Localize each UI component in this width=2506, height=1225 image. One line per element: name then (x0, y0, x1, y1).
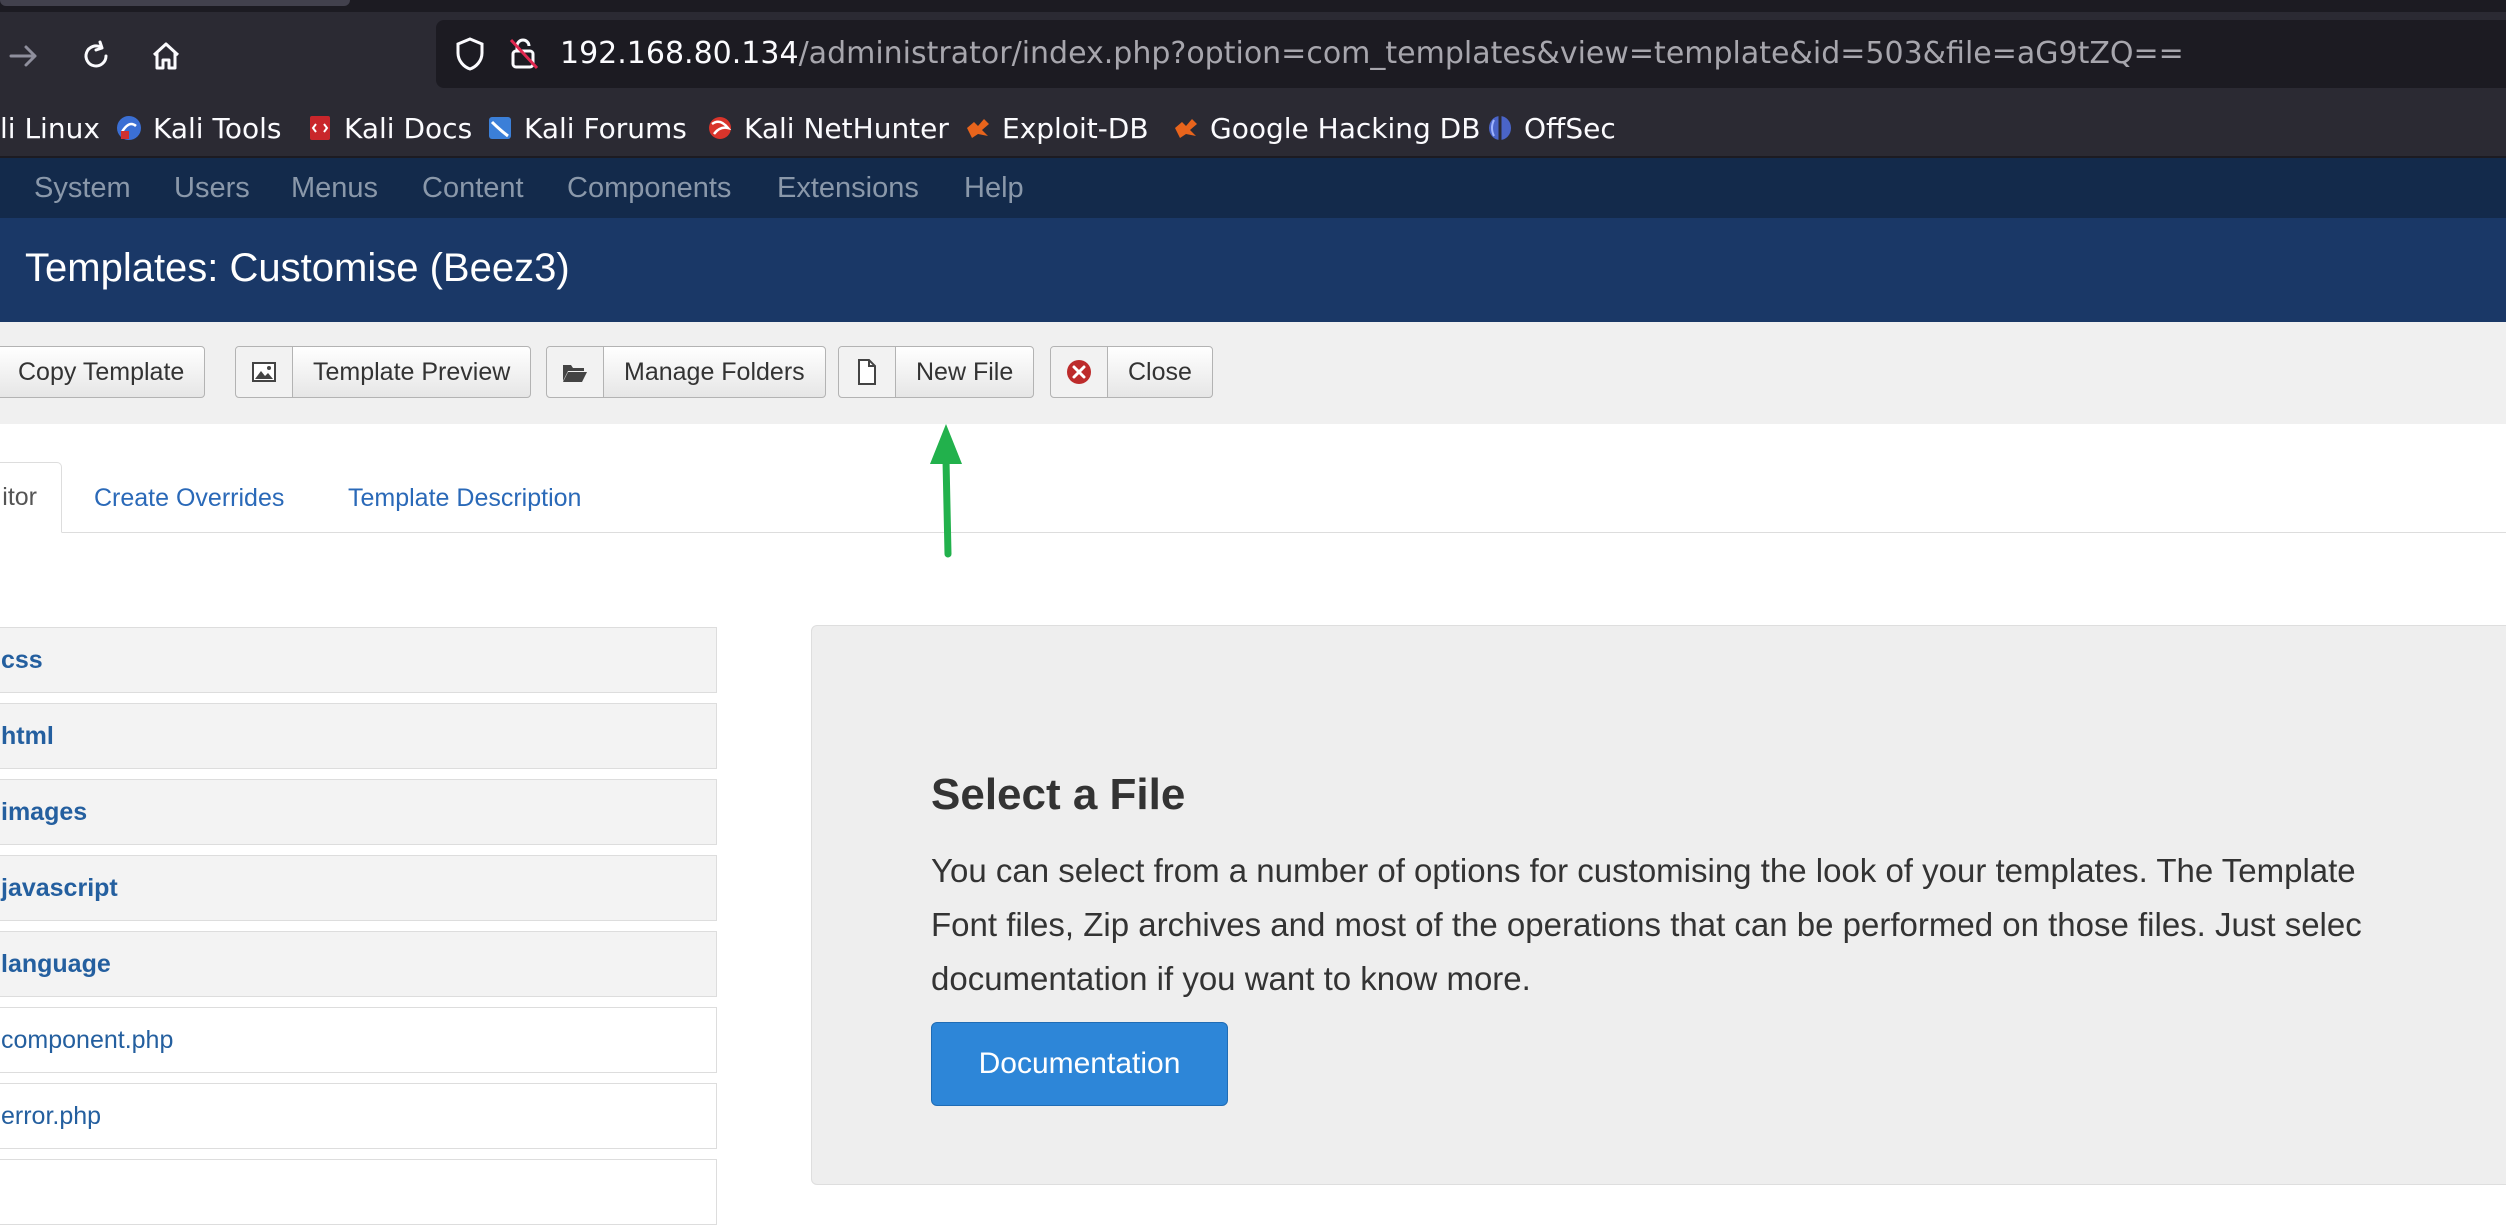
copy-template-button[interactable]: Copy Template (0, 346, 206, 398)
image-icon (236, 347, 293, 397)
forward-icon[interactable] (0, 32, 48, 80)
folder-label: images (1, 797, 88, 826)
bookmark-kali-nethunter[interactable]: Kali NetHunter (706, 108, 949, 148)
tab-template-description[interactable]: Template Description (348, 484, 581, 513)
bookmark-kali-forums[interactable]: Kali Forums (486, 108, 687, 148)
button-label: New File (916, 357, 1014, 386)
menu-extensions[interactable]: Extensions (777, 172, 919, 205)
folder-icon (547, 347, 604, 397)
template-tabs: itor Create Overrides Template Descripti… (0, 424, 2506, 534)
menu-components[interactable]: Components (567, 172, 731, 205)
tree-file-component[interactable]: component.php (0, 1007, 717, 1073)
bookmark-label: Google Hacking DB (1210, 111, 1481, 145)
bookmark-kali-linux[interactable]: li Linux (0, 108, 100, 148)
bookmark-label: OffSec (1524, 111, 1616, 145)
panel-description: You can select from a number of options … (931, 844, 2506, 1006)
bookmark-label: Kali Docs (344, 111, 473, 145)
menu-system[interactable]: System (34, 172, 131, 205)
tree-file-next[interactable] (0, 1159, 717, 1225)
browser-active-tab[interactable] (0, 0, 350, 6)
home-icon[interactable] (142, 32, 190, 80)
manage-folders-button[interactable]: Manage Folders (546, 346, 826, 398)
button-label: Copy Template (18, 357, 185, 386)
tree-file-error[interactable]: error.php (0, 1083, 717, 1149)
panel-text-line: You can select from a number of options … (931, 852, 2356, 889)
tree-folder-images[interactable]: images (0, 779, 717, 845)
file-icon (839, 347, 896, 397)
tree-folder-html[interactable]: html (0, 703, 717, 769)
bookmark-kali-docs[interactable]: Kali Docs (306, 108, 472, 148)
documentation-button[interactable]: Documentation (931, 1022, 1228, 1106)
tab-label: itor (2, 483, 37, 511)
file-label: error.php (1, 1101, 102, 1130)
menu-content[interactable]: Content (422, 172, 524, 205)
kali-forums-icon (486, 114, 514, 142)
bookmark-label: Kali Forums (524, 111, 687, 145)
tree-folder-language[interactable]: language (0, 931, 717, 997)
bookmark-google-hacking-db[interactable]: Google Hacking DB (1172, 108, 1480, 148)
folder-label: css (1, 645, 43, 674)
tree-folder-javascript[interactable]: javascript (0, 855, 717, 921)
menu-menus[interactable]: Menus (291, 172, 378, 205)
button-label: Template Preview (313, 357, 511, 386)
tree-folder-css[interactable]: css (0, 627, 717, 693)
url-bar[interactable]: 192.168.80.134/administrator/index.php?o… (436, 20, 2506, 88)
browser-navbar: 192.168.80.134/administrator/index.php?o… (0, 12, 2506, 98)
kali-tools-icon (115, 114, 143, 142)
panel-text-line: Font files, Zip archives and most of the… (931, 906, 2362, 943)
url-path: /administrator/index.php?option=com_temp… (798, 36, 2184, 71)
button-label: Manage Folders (624, 357, 805, 386)
file-label: component.php (1, 1025, 174, 1054)
close-button[interactable]: Close (1050, 346, 1213, 398)
bookmark-offsec[interactable]: OffSec (1486, 108, 1616, 148)
kali-docs-icon (306, 114, 334, 142)
kali-nethunter-icon (706, 114, 734, 142)
template-toolbar: Copy Template Template Preview Manage Fo… (0, 322, 2506, 425)
bookmark-label: Exploit-DB (1002, 111, 1149, 145)
bookmarks-toolbar: li Linux Kali Tools Kali Docs Kali Forum… (0, 98, 2506, 158)
folder-label: javascript (1, 873, 118, 902)
url-host: 192.168.80.134 (560, 36, 799, 71)
tab-create-overrides[interactable]: Create Overrides (94, 484, 284, 513)
select-file-panel: Select a File You can select from a numb… (811, 625, 2506, 1185)
annotation-arrow (930, 424, 962, 558)
tab-editor[interactable]: itor (0, 462, 62, 533)
browser-tab-strip (0, 0, 2506, 12)
new-file-button[interactable]: New File (838, 346, 1035, 398)
offsec-icon (1486, 114, 1514, 142)
bookmark-label: Kali NetHunter (744, 111, 949, 145)
panel-title: Select a File (931, 770, 1186, 819)
bookmark-kali-tools[interactable]: Kali Tools (115, 108, 281, 148)
panel-text-line: documentation if you want to know more. (931, 960, 1531, 997)
page-header: Templates: Customise (Beez3) (0, 218, 2506, 322)
bookmark-label: li Linux (0, 111, 100, 145)
bookmark-exploit-db[interactable]: Exploit-DB (964, 108, 1149, 148)
template-preview-button[interactable]: Template Preview (235, 346, 532, 398)
google-hacking-db-icon (1172, 114, 1200, 142)
shield-icon[interactable] (454, 37, 486, 76)
exploit-db-icon (964, 114, 992, 142)
url-text[interactable]: 192.168.80.134/administrator/index.php?o… (560, 36, 2184, 71)
reload-icon[interactable] (72, 32, 120, 80)
bookmark-label: Kali Tools (153, 111, 282, 145)
folder-label: html (1, 721, 54, 750)
admin-menu-bar: System Users Menus Content Components Ex… (0, 158, 2506, 219)
close-circle-icon (1051, 347, 1108, 397)
page-title: Templates: Customise (Beez3) (25, 246, 570, 290)
menu-users[interactable]: Users (174, 172, 250, 205)
folder-label: language (1, 949, 111, 978)
tabs-divider (0, 532, 2506, 533)
button-label: Close (1128, 357, 1192, 386)
insecure-lock-icon[interactable] (508, 37, 540, 76)
menu-help[interactable]: Help (964, 172, 1024, 205)
